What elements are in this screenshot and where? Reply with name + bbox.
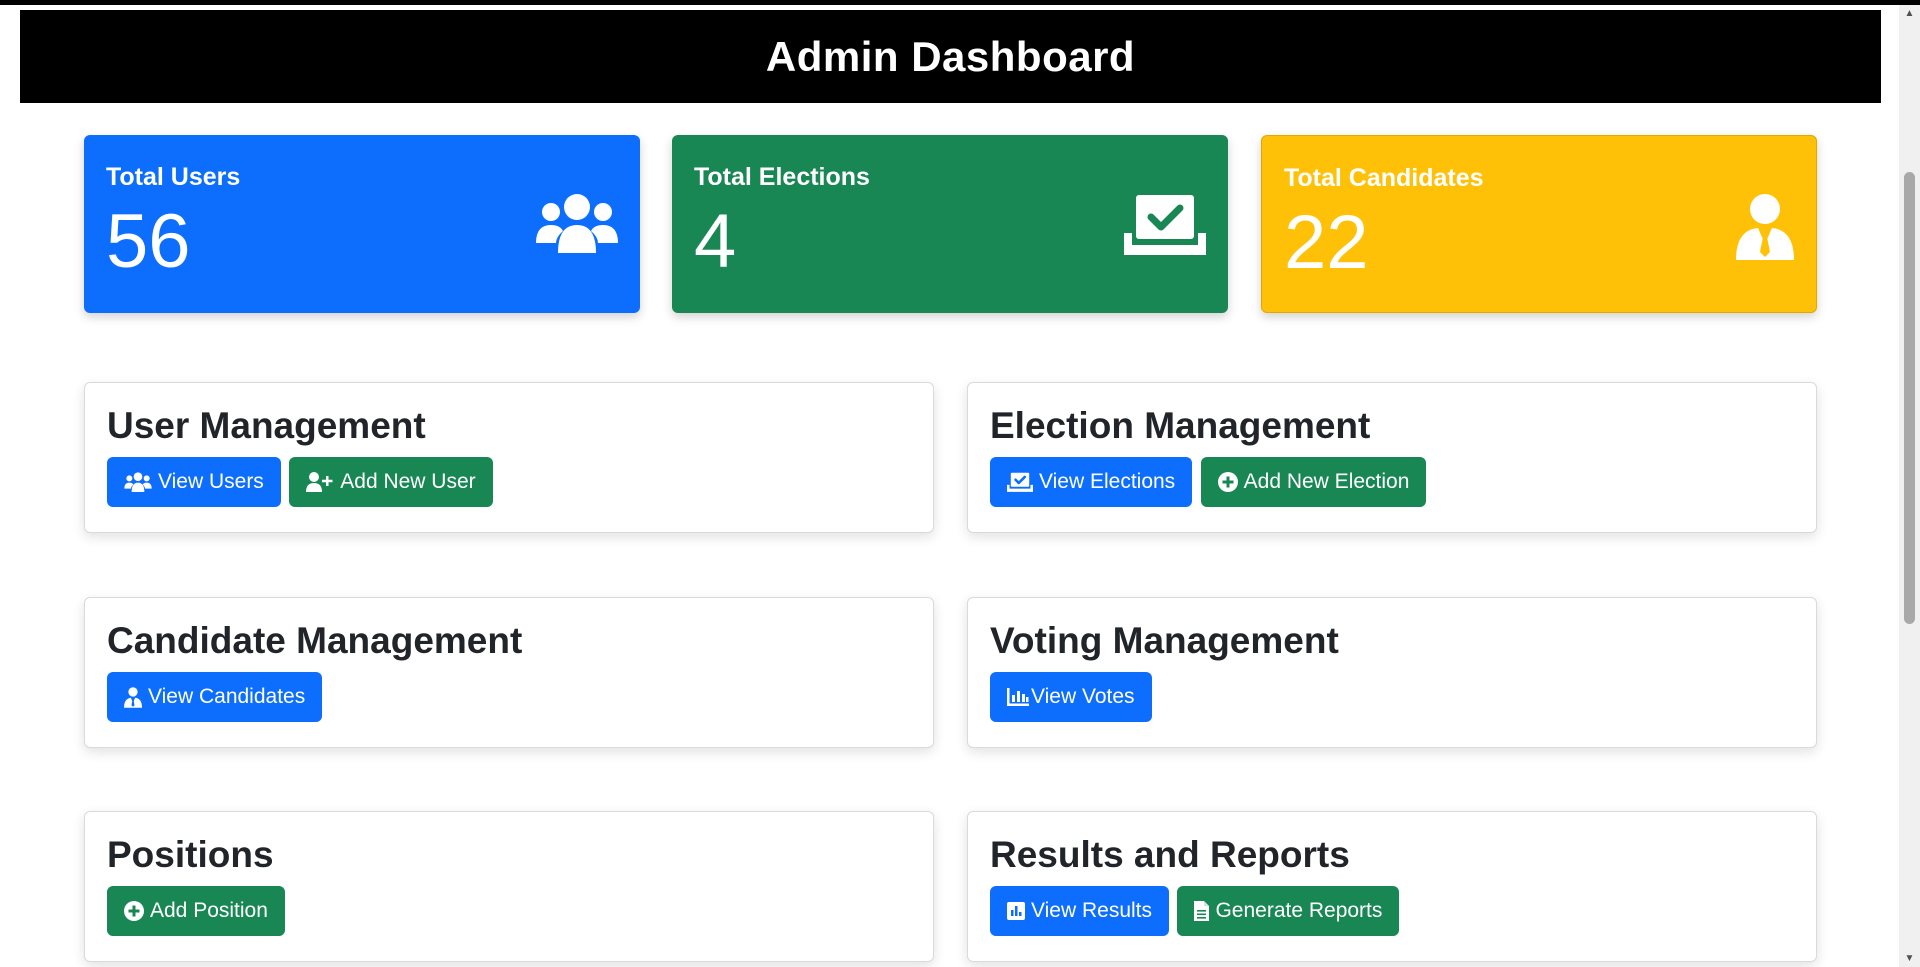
view-results-button[interactable]: View Results	[990, 886, 1169, 936]
card-title: User Management	[107, 405, 426, 446]
plus-circle-icon	[1217, 472, 1238, 492]
user-tie-icon	[124, 686, 142, 708]
card-results-and-reports: Results and Reports View Results Generat…	[967, 811, 1817, 962]
card-election-management: Election Management View Elections Add N…	[967, 382, 1817, 533]
card-voting-management: Voting Management View Votes	[967, 597, 1817, 748]
scroll-up-arrow-icon[interactable]: ▲	[1899, 5, 1920, 22]
add-new-election-button[interactable]: Add New Election	[1200, 457, 1427, 507]
page-header: Admin Dashboard	[20, 10, 1881, 103]
card-title: Results and Reports	[990, 834, 1350, 875]
stat-title: Total Users	[106, 163, 241, 191]
card-positions: Positions Add Position	[84, 811, 934, 962]
plus-circle-icon	[124, 901, 144, 921]
view-users-button[interactable]: View Users	[107, 457, 281, 507]
stat-value: 22	[1284, 200, 1369, 285]
stat-card-total-elections: Total Elections 4	[672, 135, 1228, 313]
stat-title: Total Elections	[694, 163, 870, 191]
scrollbar-thumb[interactable]	[1904, 172, 1915, 624]
view-candidates-button[interactable]: View Candidates	[107, 672, 323, 722]
generate-reports-button[interactable]: Generate Reports	[1177, 886, 1400, 936]
stat-title: Total Candidates	[1284, 164, 1484, 192]
card-candidate-management: Candidate Management View Candidates	[84, 597, 934, 748]
card-user-management: User Management View Users Add New User	[84, 382, 934, 533]
ballot-box-check-icon	[1124, 193, 1206, 260]
page-viewport: Admin Dashboard Total Users 56 Total Ele…	[0, 5, 1899, 967]
button-label: Generate Reports	[1215, 899, 1383, 922]
button-label: View Votes	[1031, 685, 1135, 708]
user-plus-icon	[306, 472, 334, 492]
card-title: Candidate Management	[107, 620, 523, 661]
button-label: Add New User	[340, 470, 476, 493]
bar-chart-icon	[1007, 688, 1029, 706]
button-label: View Results	[1031, 899, 1152, 922]
button-label: View Candidates	[148, 685, 306, 708]
stat-card-total-candidates: Total Candidates 22	[1261, 135, 1817, 313]
view-elections-button[interactable]: View Elections	[990, 457, 1193, 507]
scroll-down-arrow-icon[interactable]: ▼	[1899, 950, 1920, 967]
add-position-button[interactable]: Add Position	[107, 886, 285, 936]
button-label: Add Position	[150, 899, 268, 922]
page-title: Admin Dashboard	[765, 32, 1136, 80]
users-icon	[124, 472, 152, 492]
button-label: View Elections	[1039, 470, 1176, 493]
view-votes-button[interactable]: View Votes	[990, 672, 1152, 722]
ballot-box-check-icon	[1007, 472, 1033, 492]
chart-square-icon	[1007, 902, 1025, 920]
file-icon	[1194, 901, 1210, 921]
user-tie-icon	[1736, 194, 1794, 265]
card-title: Election Management	[990, 405, 1371, 446]
vertical-scrollbar[interactable]: ▲ ▼	[1899, 5, 1920, 967]
button-label: Add New Election	[1243, 470, 1410, 493]
card-title: Positions	[107, 834, 274, 875]
button-label: View Users	[158, 470, 264, 493]
stat-card-total-users: Total Users 56	[84, 135, 640, 313]
users-icon	[536, 193, 618, 258]
card-title: Voting Management	[990, 620, 1339, 661]
add-new-user-button[interactable]: Add New User	[289, 457, 493, 507]
